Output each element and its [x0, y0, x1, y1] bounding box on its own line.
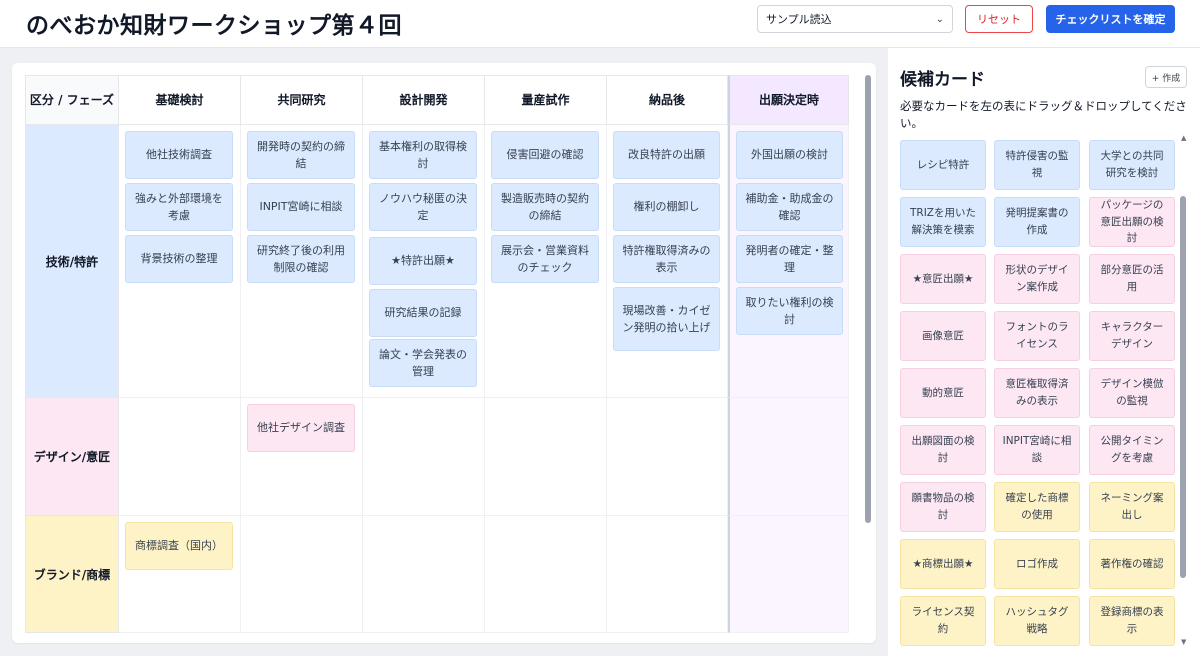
candidate-description: 必要なカードを左の表にドラッグ＆ドロップしてください。 — [900, 99, 1187, 130]
board-card[interactable]: INPIT宮崎に相談 — [247, 183, 355, 231]
candidate-card[interactable]: ロゴ作成 — [994, 539, 1080, 589]
board-card[interactable]: 背景技術の整理 — [125, 235, 233, 283]
board-cell[interactable]: 侵害回避の確認 製造販売時の契約の締結 展示会・営業資料のチェック — [485, 125, 607, 398]
candidate-card[interactable]: ★商標出願★ — [900, 539, 986, 589]
board-cell[interactable] — [728, 398, 849, 516]
board-card[interactable]: 基本権利の取得検討 — [369, 131, 477, 179]
candidate-card[interactable]: フォントのライセンス — [994, 311, 1080, 361]
candidate-card[interactable]: 大学との共同研究を検討 — [1089, 140, 1175, 190]
board-cell[interactable] — [241, 516, 363, 633]
board-card[interactable]: 研究終了後の利用制限の確認 — [247, 235, 355, 283]
board-card[interactable]: 強みと外部環境を考慮 — [125, 183, 233, 231]
board-cell[interactable] — [363, 398, 485, 516]
candidate-card[interactable]: 出願図面の検討 — [900, 425, 986, 475]
candidate-card[interactable]: 公開タイミングを考慮 — [1089, 425, 1175, 475]
phase-header: 納品後 — [607, 75, 728, 125]
board-cell[interactable] — [485, 398, 607, 516]
board-scrollbar[interactable] — [865, 75, 871, 523]
candidate-card[interactable]: 著作権の確認 — [1089, 539, 1175, 589]
candidate-card[interactable]: キャラクターデザイン — [1089, 311, 1175, 361]
candidate-title: 候補カード — [900, 70, 985, 90]
confirm-checklist-button[interactable]: チェックリストを確定 — [1046, 5, 1175, 33]
board-card[interactable]: 発明者の確定・整理 — [736, 235, 843, 283]
board-card[interactable]: 外国出願の検討 — [736, 131, 843, 179]
board-cell[interactable]: 他社技術調査 強みと外部環境を考慮 背景技術の整理 — [119, 125, 241, 398]
candidate-card[interactable]: ★意匠出願★ — [900, 254, 986, 304]
candidate-panel: 候補カード + 作成 必要なカードを左の表にドラッグ＆ドロップしてください。 レ… — [888, 48, 1200, 656]
candidate-card[interactable]: ハッシュタグ戦略 — [994, 596, 1080, 646]
arrow-up-icon[interactable]: ▲ — [1181, 134, 1186, 142]
board-cell[interactable] — [363, 516, 485, 633]
board-card[interactable]: 論文・学会発表の管理 — [369, 339, 477, 387]
board-card[interactable]: 他社デザイン調査 — [247, 404, 355, 452]
board-card[interactable]: 現場改善・カイゼン発明の拾い上げ — [613, 287, 720, 351]
candidate-card[interactable]: TRIZを用いた解決策を模索 — [900, 197, 986, 247]
board-card[interactable]: 取りたい権利の検討 — [736, 287, 843, 335]
chevron-down-icon: ⌄ — [935, 13, 944, 25]
candidate-card[interactable]: ライセンス契約 — [900, 596, 986, 646]
board-cell[interactable]: 外国出願の検討 補助金・助成金の確認 発明者の確定・整理 取りたい権利の検討 — [728, 125, 849, 398]
candidate-scrollbar[interactable] — [1180, 196, 1186, 578]
phase-header: 共同研究 — [241, 75, 363, 125]
candidate-card[interactable]: 動的意匠 — [900, 368, 986, 418]
board-cell[interactable] — [728, 516, 849, 633]
row-header: デザイン/意匠 — [25, 398, 119, 516]
corner-header: 区分 / フェーズ — [25, 75, 119, 125]
app-header: のべおか知財ワークショップ第４回 サンプル読込 ⌄ リセット チェックリストを確… — [0, 0, 1200, 48]
board-card[interactable]: 特許権取得済みの表示 — [613, 235, 720, 283]
candidate-card[interactable]: 願書物品の検討 — [900, 482, 986, 532]
create-card-button[interactable]: + 作成 — [1145, 66, 1187, 88]
board-panel: 区分 / フェーズ 基礎検討 共同研究 設計開発 量産試作 納品後 出願決定時 技術/特許 他社… — [12, 63, 876, 643]
candidate-card[interactable]: 画像意匠 — [900, 311, 986, 361]
board-cell[interactable] — [119, 398, 241, 516]
phase-header: 量産試作 — [485, 75, 607, 125]
board-cell[interactable] — [607, 398, 728, 516]
board-cell[interactable]: 他社デザイン調査 — [241, 398, 363, 516]
board-card[interactable]: 展示会・営業資料のチェック — [491, 235, 599, 283]
board-card[interactable]: 商標調査（国内） — [125, 522, 233, 570]
board-cell[interactable]: 改良特許の出願 権利の棚卸し 特許権取得済みの表示 現場改善・カイゼン発明の拾い上げ — [607, 125, 728, 398]
board-cell[interactable] — [607, 516, 728, 633]
board-card[interactable]: 権利の棚卸し — [613, 183, 720, 231]
candidate-card[interactable]: 形状のデザイン案作成 — [994, 254, 1080, 304]
sample-load-select[interactable]: サンプル読込 ⌄ — [757, 5, 953, 33]
candidate-card[interactable]: 部分意匠の活用 — [1089, 254, 1175, 304]
candidate-card-list: レシピ特許 特許侵害の監視 大学との共同研究を検討 TRIZを用いた解決策を模索 発明提… — [888, 132, 1190, 656]
candidate-card[interactable]: 確定した商標の使用 — [994, 482, 1080, 532]
candidate-card[interactable]: 登録商標の表示 — [1089, 596, 1175, 646]
candidate-card[interactable]: デザイン模倣の監視 — [1089, 368, 1175, 418]
board-cell[interactable]: 基本権利の取得検討 ノウハウ秘匿の決定 ★特許出願★ 研究結果の記録 論文・学会発表の管… — [363, 125, 485, 398]
phase-header: 出願決定時 — [728, 75, 849, 125]
candidate-card[interactable]: 意匠権取得済みの表示 — [994, 368, 1080, 418]
board-card[interactable]: 製造販売時の契約の締結 — [491, 183, 599, 231]
sample-select-value: サンプル読込 — [766, 13, 832, 26]
reset-button[interactable]: リセット — [965, 5, 1033, 33]
board-card[interactable]: 侵害回避の確認 — [491, 131, 599, 179]
row-header: 技術/特許 — [25, 125, 119, 398]
phase-header: 基礎検討 — [119, 75, 241, 125]
board-card[interactable]: 改良特許の出願 — [613, 131, 720, 179]
board-card[interactable]: 他社技術調査 — [125, 131, 233, 179]
board-card[interactable]: ノウハウ秘匿の決定 — [369, 183, 477, 231]
board-card[interactable]: ★特許出願★ — [369, 237, 477, 285]
arrow-down-icon[interactable]: ▼ — [1181, 638, 1186, 646]
board-cell[interactable]: 商標調査（国内） — [119, 516, 241, 633]
candidate-card[interactable]: ネーミング案出し — [1089, 482, 1175, 532]
phase-header: 設計開発 — [363, 75, 485, 125]
board-cell[interactable]: 開発時の契約の締結 INPIT宮崎に相談 研究終了後の利用制限の確認 — [241, 125, 363, 398]
candidate-card[interactable]: パッケージの意匠出願の検討 — [1089, 197, 1175, 247]
page-title: のべおか知財ワークショップ第４回 — [26, 13, 402, 39]
board-cell[interactable] — [485, 516, 607, 633]
board-card[interactable]: 研究結果の記録 — [369, 289, 477, 337]
candidate-card[interactable]: 特許侵害の監視 — [994, 140, 1080, 190]
board-card[interactable]: 開発時の契約の締結 — [247, 131, 355, 179]
candidate-card[interactable]: INPIT宮崎に相談 — [994, 425, 1080, 475]
candidate-card[interactable]: レシピ特許 — [900, 140, 986, 190]
row-header: ブランド/商標 — [25, 516, 119, 633]
candidate-card[interactable]: 発明提案書の作成 — [994, 197, 1080, 247]
board-card[interactable]: 補助金・助成金の確認 — [736, 183, 843, 231]
